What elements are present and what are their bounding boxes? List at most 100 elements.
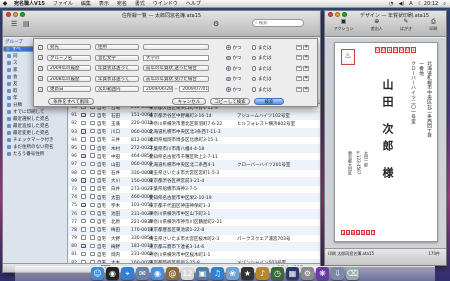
or-radio[interactable]: または	[251, 76, 272, 82]
table-row[interactable]: 92 自宅 玉藻 220-0011 神奈川県横浜市港北区新羽町7-6-22 ヒルフォレスト…	[69, 120, 320, 129]
remove-condition-button[interactable]: −	[296, 76, 302, 81]
cancel-button[interactable]: キャンセル	[172, 98, 206, 105]
condition-field-select[interactable]: 更新日	[47, 86, 91, 92]
spaces-icon[interactable]: ▦	[286, 267, 299, 280]
remove-condition-button[interactable]: −	[296, 44, 302, 50]
condition-operator-select[interactable]: 年賀状は送って	[95, 75, 139, 82]
condition-checkbox[interactable]: ✓	[38, 55, 43, 60]
row-checkbox-2[interactable]	[88, 128, 97, 136]
table-row[interactable]: 76 自宅 池田 231-0023 神奈川県横浜市中区山下町3-1	[69, 210, 320, 219]
input-flag-icon[interactable]: A	[409, 1, 412, 7]
row-checkbox-2[interactable]	[88, 153, 97, 160]
downloads-icon[interactable]: ⇩	[331, 267, 344, 280]
row-checkbox-2[interactable]	[88, 194, 97, 201]
itunes-icon[interactable]: ♫	[211, 267, 224, 280]
condition-value[interactable]: 前年の年賀状 受けた場合	[143, 75, 209, 82]
row-checkbox-2[interactable]	[88, 169, 97, 177]
row-checkbox[interactable]	[79, 218, 88, 226]
app-icon[interactable]: ❋	[316, 267, 329, 280]
row-checkbox[interactable]	[79, 120, 88, 128]
row-checkbox[interactable]	[79, 145, 88, 152]
row-checkbox[interactable]	[79, 227, 88, 234]
remove-condition-button[interactable]: −	[296, 65, 302, 71]
row-checkbox[interactable]	[79, 161, 88, 169]
row-checkbox-2[interactable]	[88, 202, 97, 210]
and-radio[interactable]: かつ	[226, 66, 242, 72]
sysprefs-icon[interactable]: ⚙	[301, 267, 314, 280]
safari-icon[interactable]: ⌖	[121, 267, 134, 280]
condition-field-select[interactable]: 2009年の履歴	[47, 65, 91, 71]
row-checkbox[interactable]	[79, 153, 88, 160]
mail-icon[interactable]: ✉	[136, 267, 149, 280]
condition-operator-select[interactable]: 年賀状は送って	[95, 65, 139, 71]
trash-icon[interactable]: ⌫	[346, 267, 359, 280]
menu-edit[interactable]: 編集	[77, 0, 95, 7]
row-checkbox[interactable]	[79, 251, 88, 259]
menu-format[interactable]: 書式	[131, 0, 149, 7]
sidebar-item[interactable]: チェックマーク付き	[3, 136, 67, 143]
condition-operator-select[interactable]: 含む文字	[95, 54, 139, 61]
search-button[interactable]: 検索	[254, 98, 284, 105]
condition-date-to[interactable]: 2009/07/01	[179, 86, 210, 92]
condition-checkbox[interactable]: ✓	[38, 44, 43, 50]
row-checkbox[interactable]	[79, 137, 88, 144]
ical-icon[interactable]: 12	[181, 267, 194, 280]
row-checkbox[interactable]	[79, 194, 88, 201]
add-condition-button[interactable]: +	[303, 65, 309, 71]
and-radio[interactable]: かつ	[226, 45, 242, 51]
sidebar-item[interactable]: 最近追加した宛名	[3, 122, 67, 129]
condition-date-from[interactable]: 2009/06/28	[143, 86, 173, 92]
add-condition-button[interactable]: +	[303, 76, 309, 81]
row-checkbox-2[interactable]	[88, 235, 97, 242]
clear-conditions-button[interactable]: 条件をすべて削除	[48, 98, 94, 105]
condition-value[interactable]	[143, 44, 209, 50]
table-row[interactable]: 78 自宅 梅田 170-0013 東京都豊島区東池袋1-22-8	[69, 226, 320, 235]
condition-field-select[interactable]: 2008年の履歴	[47, 75, 91, 82]
imovie-icon[interactable]: ★	[241, 267, 254, 280]
menu-window[interactable]: ウインドウ	[149, 0, 182, 7]
table-row[interactable]: 98 自宅 石井 330-0802 埼玉県さいたま市大宮区宮町1-5-3	[69, 169, 320, 178]
row-checkbox[interactable]	[79, 186, 88, 193]
condition-checkbox[interactable]: ✓	[38, 86, 43, 92]
table-row[interactable]: 94 自宅 三井 812-0014 福岡県福岡市博多区比恵町3-15-1	[69, 137, 320, 145]
spotlight-icon[interactable]: ⌕	[443, 1, 446, 7]
row-checkbox[interactable]	[79, 129, 88, 135]
search-field[interactable]: ⌕	[252, 19, 304, 27]
card-view-icon[interactable]: ▤	[23, 20, 30, 28]
dashboard-icon[interactable]: ◉	[106, 267, 119, 280]
copy-search-button[interactable]: コピーして検索	[210, 98, 250, 105]
or-radio[interactable]: または	[251, 87, 272, 93]
sidebar-item[interactable]: 最近選択した宛名	[3, 115, 67, 122]
row-checkbox[interactable]	[79, 169, 88, 177]
gear-icon[interactable]: ⚙	[213, 20, 219, 28]
add-condition-button[interactable]: +	[303, 55, 309, 60]
row-checkbox-2[interactable]	[88, 227, 97, 234]
volume-icon[interactable]: ◀)	[398, 1, 404, 7]
row-checkbox[interactable]	[79, 178, 88, 184]
preview-tool-0[interactable]: ▣ アクション	[334, 19, 354, 32]
and-radio[interactable]: かつ	[226, 87, 242, 93]
row-checkbox-2[interactable]	[88, 178, 97, 185]
table-row[interactable]: 79 自宅 大野 330-0854 埼玉県さいたま市大宮区桜木町2-3 パークスクエア浦宮…	[69, 235, 320, 244]
preview-icon[interactable]: ▣	[196, 267, 209, 280]
sidebar-item[interactable]: すでに印刷して	[3, 108, 67, 115]
condition-checkbox[interactable]: ✓	[38, 65, 43, 71]
or-radio[interactable]: または	[251, 55, 272, 61]
condition-operator-select[interactable]: 次の範囲内	[95, 86, 139, 92]
postcard[interactable]: ♨ 0010001 北海道札幌市中央区北二条西四丁目 一番地 クローバーハイツ二…	[334, 42, 438, 242]
table-row[interactable]: 95 自宅 木村 272-0023 千葉県市川市南八幡4-4-18	[69, 144, 320, 154]
row-checkbox[interactable]	[79, 202, 88, 209]
menu-help[interactable]: ヘルプ	[182, 0, 205, 7]
row-checkbox[interactable]	[79, 243, 88, 250]
finder-icon[interactable]: ☺	[91, 267, 104, 280]
row-checkbox-2[interactable]	[88, 112, 97, 120]
search-input[interactable]	[258, 20, 301, 26]
table-row[interactable]: 99 自宅大川 150-0001東京都渋谷区神宮前3-21-4	[69, 177, 320, 186]
condition-operator-select[interactable]: 住所	[95, 44, 139, 50]
preview-tool-2[interactable]: ✎ はがき	[400, 19, 412, 32]
add-condition-button[interactable]: +	[303, 86, 309, 92]
row-checkbox-2[interactable]	[88, 251, 97, 259]
and-radio[interactable]: かつ	[226, 55, 242, 61]
menu-file[interactable]: ファイル	[49, 0, 77, 7]
remove-condition-button[interactable]: −	[296, 55, 302, 60]
